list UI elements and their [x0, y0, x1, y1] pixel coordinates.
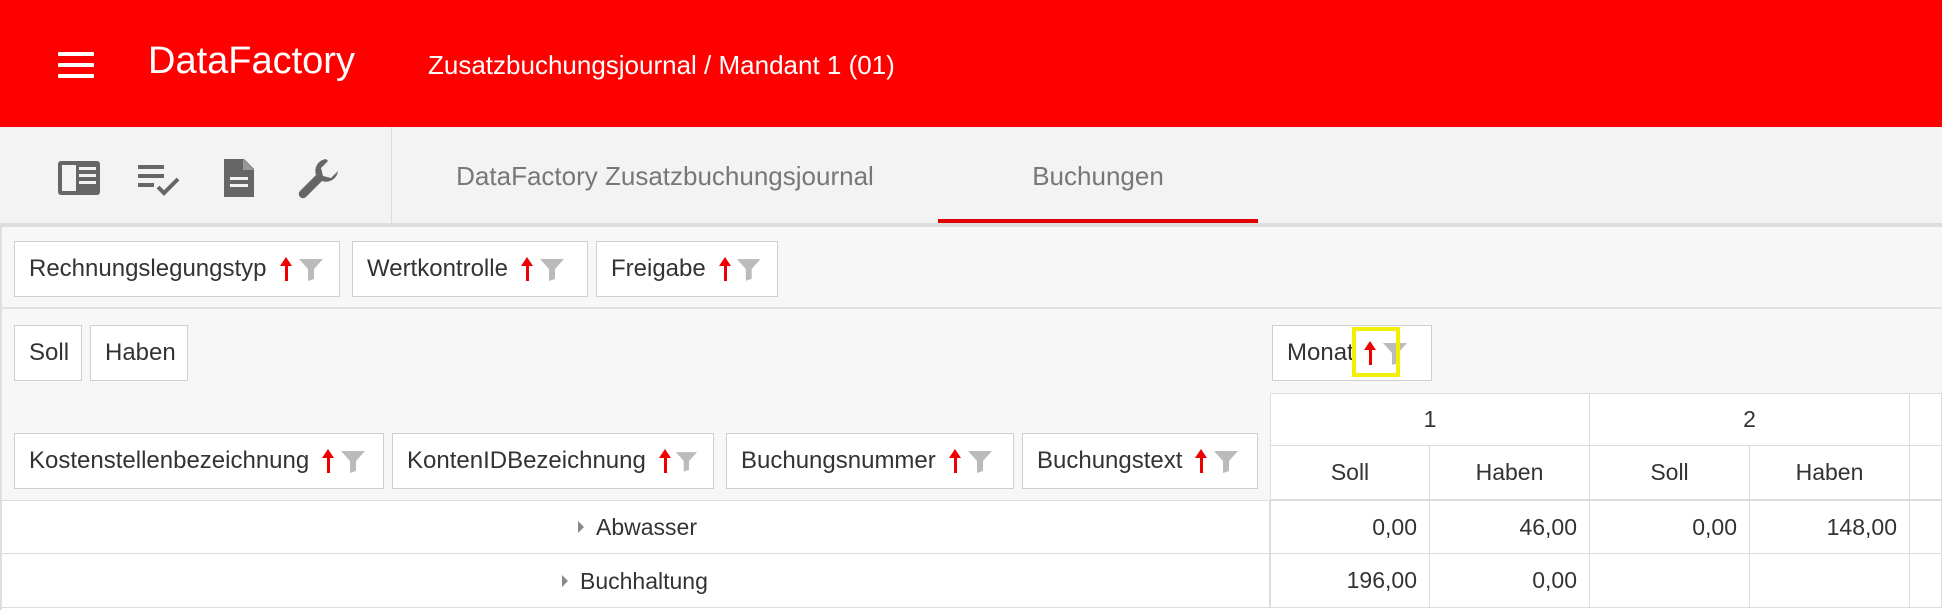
- row-field-kostenstellenbezeichnung[interactable]: Kostenstellenbezeichnung: [14, 433, 384, 489]
- data-cell[interactable]: 46,00: [1430, 500, 1590, 554]
- sort-ascending-icon[interactable]: [520, 257, 534, 281]
- filter-icon[interactable]: [339, 447, 367, 475]
- wrench-icon[interactable]: [296, 155, 342, 201]
- data-cell[interactable]: 0,00: [1430, 554, 1590, 608]
- app-header: DataFactory Zusatzbuchungsjournal / Mand…: [0, 0, 1942, 127]
- sort-ascending-icon[interactable]: [279, 257, 293, 281]
- field-label: Rechnungslegungstyp: [29, 255, 267, 282]
- field-wertkontrolle[interactable]: Wertkontrolle: [352, 241, 588, 297]
- row-header-abwasser[interactable]: Abwasser: [578, 500, 697, 554]
- document-icon[interactable]: [216, 155, 262, 201]
- data-field-soll[interactable]: Soll: [14, 325, 82, 381]
- column-header-month[interactable]: 1: [1270, 393, 1590, 446]
- column-header-month[interactable]: 2: [1590, 393, 1910, 446]
- list-view-icon[interactable]: [56, 155, 102, 201]
- sort-ascending-icon[interactable]: [1194, 449, 1208, 473]
- app-brand: DataFactory: [148, 40, 355, 82]
- data-cell[interactable]: 196,00: [1270, 554, 1430, 608]
- field-label: Buchungstext: [1037, 447, 1183, 474]
- sort-ascending-icon[interactable]: [658, 449, 672, 473]
- column-header-measure: Soll: [1270, 446, 1430, 500]
- column-header-overflow: [1910, 446, 1942, 500]
- field-label: Kostenstellenbezeichnung: [29, 447, 310, 474]
- data-rows: Abwasser 0,00 46,00 0,00 148,00 Buchhalt…: [2, 500, 1942, 610]
- column-header-area: 1 2 Soll Haben Soll Haben: [1270, 393, 1942, 500]
- field-freigabe[interactable]: Freigabe: [596, 241, 778, 297]
- field-label: KontenIDBezeichnung: [407, 447, 646, 474]
- filter-icon[interactable]: [735, 255, 763, 283]
- field-label: Wertkontrolle: [367, 255, 508, 282]
- column-header-overflow: [1910, 393, 1942, 446]
- tab-zusatzbuchungsjournal[interactable]: DataFactory Zusatzbuchungsjournal: [392, 127, 938, 225]
- filter-icon[interactable]: [674, 447, 699, 475]
- field-label: Haben: [105, 339, 176, 366]
- filter-icon[interactable]: [297, 255, 325, 283]
- field-rechnungslegungstyp[interactable]: Rechnungslegungstyp: [14, 241, 340, 297]
- row-field-buchungstext[interactable]: Buchungstext: [1022, 433, 1258, 489]
- row-header-buchhaltung[interactable]: Buchhaltung: [562, 554, 708, 608]
- data-cell[interactable]: 0,00: [1590, 500, 1750, 554]
- column-header-measure: Haben: [1750, 446, 1910, 500]
- data-cell[interactable]: 148,00: [1750, 500, 1910, 554]
- sort-ascending-icon[interactable]: [718, 257, 732, 281]
- field-label: Soll: [29, 339, 70, 366]
- filter-icon[interactable]: [538, 255, 566, 283]
- data-field-haben[interactable]: Haben: [90, 325, 188, 381]
- column-header-measure: Soll: [1590, 446, 1750, 500]
- data-cell-overflow: [1910, 554, 1942, 608]
- page-title: Zusatzbuchungsjournal / Mandant 1 (01): [428, 50, 895, 80]
- tab-bar: DataFactory Zusatzbuchungsjournal Buchun…: [392, 127, 1942, 225]
- row-field-kontenidbezeichnung[interactable]: KontenIDBezeichnung: [392, 433, 714, 489]
- hamburger-menu-icon[interactable]: [58, 52, 94, 78]
- row-label: Abwasser: [596, 513, 697, 540]
- field-label: Freigabe: [611, 255, 706, 282]
- expand-icon[interactable]: [562, 575, 568, 587]
- tab-buchungen[interactable]: Buchungen: [938, 127, 1258, 225]
- sort-ascending-icon[interactable]: [948, 449, 962, 473]
- data-cell-overflow: [1910, 500, 1942, 554]
- data-cell[interactable]: 0,00: [1270, 500, 1430, 554]
- filter-icon[interactable]: [1212, 447, 1240, 475]
- toolbar: [0, 127, 392, 225]
- data-cell[interactable]: [1750, 554, 1910, 608]
- field-label: Monat: [1287, 339, 1354, 366]
- column-header-measure: Haben: [1430, 446, 1590, 500]
- row-field-buchungsnummer[interactable]: Buchungsnummer: [726, 433, 1014, 489]
- filter-icon[interactable]: [966, 447, 994, 475]
- row-label: Buchhaltung: [580, 567, 708, 594]
- sort-ascending-icon[interactable]: [321, 449, 335, 473]
- highlight-marker: [1352, 327, 1400, 377]
- data-cell[interactable]: [1590, 554, 1750, 608]
- field-label: Buchungsnummer: [741, 447, 936, 474]
- checklist-icon[interactable]: [136, 155, 182, 201]
- expand-icon[interactable]: [578, 521, 584, 533]
